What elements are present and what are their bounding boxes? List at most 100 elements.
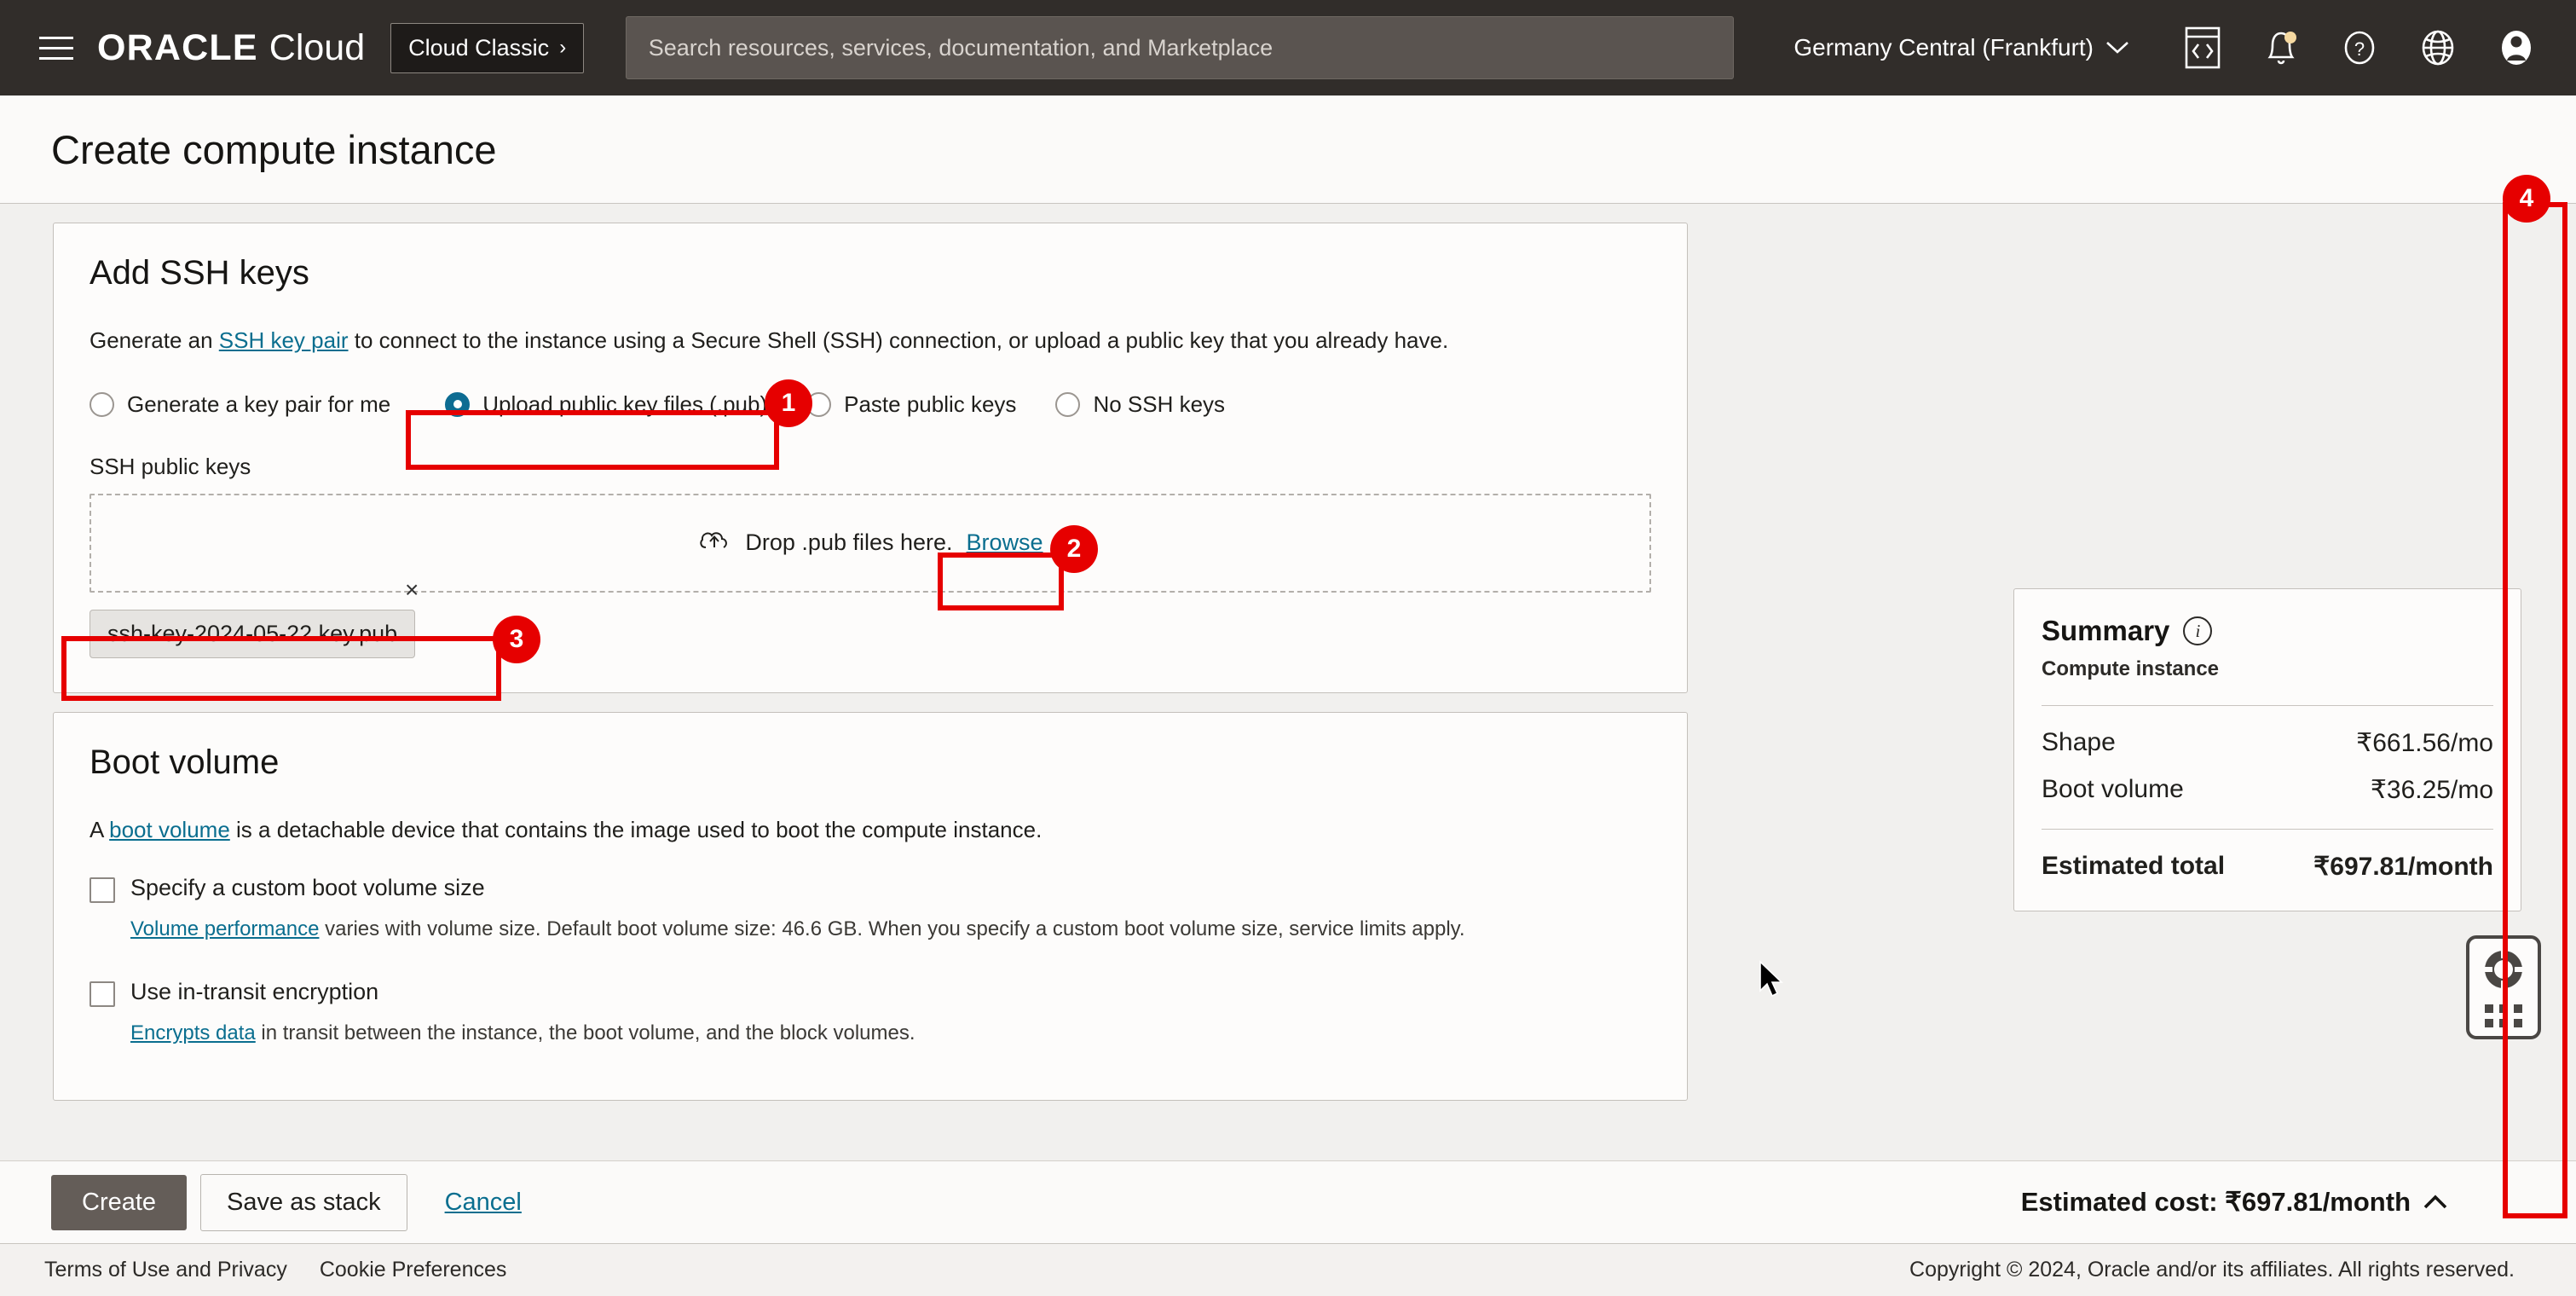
summary-total-label: Estimated total <box>2042 852 2226 880</box>
volume-performance-link[interactable]: Volume performance <box>130 917 319 940</box>
checkbox-label: Use in-transit encryption <box>130 979 379 1005</box>
annotation-marker-1: 1 <box>765 379 812 427</box>
annotation-marker-4: 4 <box>2503 175 2550 223</box>
boot-volume-card: Boot volume A boot volume is a detachabl… <box>53 711 1688 1101</box>
radio-label: No SSH keys <box>1093 391 1226 417</box>
user-avatar-icon[interactable] <box>2489 20 2544 75</box>
support-widget[interactable] <box>2466 935 2541 1039</box>
cloud-upload-icon <box>697 526 731 559</box>
cloud-classic-label: Cloud Classic <box>408 34 550 61</box>
summary-total-value: ₹697.81/month <box>2313 853 2493 881</box>
uploaded-files-list: × ssh-key-2024-05-22.key.pub <box>90 577 1651 658</box>
create-button[interactable]: Create <box>51 1174 188 1230</box>
boot-card-description: A boot volume is a detachable device tha… <box>90 814 1651 847</box>
chevron-down-icon <box>2105 34 2129 61</box>
dropzone-inner: Drop .pub files here. Browse <box>697 526 1043 559</box>
info-circle-icon[interactable]: i <box>2183 616 2213 645</box>
ssh-desc-after: to connect to the instance using a Secur… <box>348 327 1449 353</box>
radio-label: Paste public keys <box>844 391 1017 417</box>
cancel-link[interactable]: Cancel <box>445 1189 522 1217</box>
language-globe-icon[interactable] <box>2411 20 2465 75</box>
cloud-shell-icon[interactable] <box>2175 20 2230 75</box>
ssh-key-dropzone[interactable]: Drop .pub files here. Browse <box>90 493 1651 593</box>
summary-title-row: Summary i <box>2042 615 2493 647</box>
remove-file-close-icon[interactable]: × <box>405 577 419 602</box>
brand-cloud-text: Cloud <box>269 26 366 68</box>
checkbox-icon[interactable] <box>90 877 115 904</box>
estimated-cost-label: Estimated cost: ₹697.81/month <box>2020 1187 2411 1217</box>
summary-row-value: ₹36.25/mo <box>2370 776 2493 804</box>
summary-row-label: Shape <box>2042 728 2116 756</box>
browse-link[interactable]: Browse <box>967 529 1043 556</box>
summary-subtitle: Compute instance <box>2042 657 2220 680</box>
annotation-marker-2: 2 <box>1050 525 1098 573</box>
boot-card-heading: Boot volume <box>90 743 280 781</box>
checkbox-row-custom-boot-volume-size[interactable]: Specify a custom boot volume size <box>90 875 1651 904</box>
radio-label: Upload public key files (.pub) <box>482 391 768 417</box>
checkbox-row-in-transit-encryption[interactable]: Use in-transit encryption <box>90 979 1651 1008</box>
cookie-preferences-link[interactable]: Cookie Preferences <box>320 1258 507 1282</box>
radio-circle-icon <box>90 391 114 417</box>
encrypts-data-link[interactable]: Encrypts data <box>130 1021 256 1044</box>
oracle-cloud-logo[interactable]: ORACLE Cloud <box>97 27 365 69</box>
radio-label: Generate a key pair for me <box>127 391 391 417</box>
estimated-cost-toggle[interactable]: Estimated cost: ₹697.81/month <box>2021 1187 2525 1218</box>
ssh-key-pair-link[interactable]: SSH key pair <box>219 327 349 353</box>
ssh-key-options-radio-group: Generate a key pair for me Upload public… <box>90 391 1651 418</box>
ssh-card-description: Generate an SSH key pair to connect to t… <box>90 325 1651 357</box>
drag-handle-dots-icon[interactable] <box>2485 1004 2522 1027</box>
brand-oracle-text: ORACLE <box>97 26 258 68</box>
boot-volume-link[interactable]: boot volume <box>109 817 230 842</box>
radio-no-ssh-keys[interactable]: No SSH keys <box>1055 391 1225 418</box>
top-navigation-bar: ORACLE Cloud Cloud Classic › Germany Cen… <box>0 0 2576 95</box>
radio-circle-selected-icon <box>445 391 471 417</box>
cloud-classic-button[interactable]: Cloud Classic › <box>390 22 585 73</box>
page-header: Create compute instance <box>0 95 2576 204</box>
uploaded-file-chip[interactable]: ssh-key-2024-05-22.key.pub <box>90 609 416 658</box>
svg-text:?: ? <box>2354 38 2365 60</box>
ssh-public-keys-label: SSH public keys <box>90 453 251 479</box>
action-bar: Create Save as stack Cancel Estimated co… <box>0 1160 2576 1243</box>
checkbox-icon[interactable] <box>90 981 115 1008</box>
radio-generate-key-pair[interactable]: Generate a key pair for me <box>90 391 390 418</box>
help-question-icon[interactable]: ? <box>2332 20 2387 75</box>
in-transit-encryption-note: Encrypts data in transit between the ins… <box>130 1019 1651 1049</box>
hamburger-menu-icon[interactable] <box>32 24 80 72</box>
note-text: in transit between the instance, the boo… <box>255 1021 915 1045</box>
search-container <box>584 16 1775 79</box>
summary-row-boot-volume: Boot volume ₹36.25/mo <box>2042 775 2493 805</box>
ssh-desc-before: Generate an <box>90 327 219 353</box>
terms-of-use-link[interactable]: Terms of Use and Privacy <box>44 1258 287 1282</box>
region-selector[interactable]: Germany Central (Frankfurt) <box>1775 34 2148 61</box>
dropzone-text: Drop .pub files here. <box>745 529 953 556</box>
life-preserver-support-icon <box>2481 947 2526 996</box>
notifications-bell-icon[interactable] <box>2254 20 2308 75</box>
note-text: varies with volume size. Default boot vo… <box>319 917 1465 941</box>
save-as-stack-button[interactable]: Save as stack <box>200 1173 407 1231</box>
radio-circle-icon <box>1055 391 1081 417</box>
summary-row-shape: Shape ₹661.56/mo <box>2042 728 2493 758</box>
summary-row-estimated-total: Estimated total ₹697.81/month <box>2042 852 2493 882</box>
radio-paste-public-keys[interactable]: Paste public keys <box>806 391 1016 418</box>
summary-row-value: ₹661.56/mo <box>2356 729 2493 757</box>
custom-boot-volume-note: Volume performance varies with volume si… <box>130 915 1651 945</box>
copyright-text: Copyright © 2024, Oracle and/or its affi… <box>1909 1258 2515 1282</box>
add-ssh-keys-card: Add SSH keys Generate an SSH key pair to… <box>53 223 1688 693</box>
summary-divider-bottom <box>2042 829 2493 830</box>
page-footer: Terms of Use and Privacy Cookie Preferen… <box>0 1243 2576 1296</box>
boot-desc-before: A <box>90 816 110 842</box>
boot-desc-after: is a detachable device that contains the… <box>229 816 1043 842</box>
summary-title: Summary <box>2042 615 2170 646</box>
radio-upload-public-key-files[interactable]: Upload public key files (.pub) <box>445 391 767 418</box>
chevron-right-icon: › <box>559 36 567 59</box>
summary-row-label: Boot volume <box>2042 775 2184 803</box>
cost-summary-panel: Summary i Compute instance Shape ₹661.56… <box>2013 588 2521 911</box>
checkbox-label: Specify a custom boot volume size <box>130 875 485 901</box>
search-input[interactable] <box>625 16 1734 79</box>
summary-divider-top <box>2042 705 2493 706</box>
region-label: Germany Central (Frankfurt) <box>1793 34 2094 61</box>
nav-right-group: Germany Central (Frankfurt) ? <box>1775 20 2556 75</box>
page-title: Create compute instance <box>51 126 497 172</box>
chevron-up-icon <box>2423 1187 2448 1218</box>
ssh-card-heading: Add SSH keys <box>90 254 309 292</box>
